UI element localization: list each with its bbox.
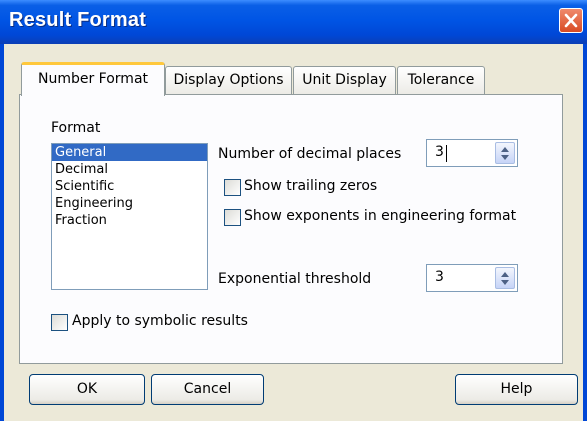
- tab-label: Display Options: [173, 72, 284, 88]
- window-border-right: [583, 44, 587, 421]
- tab-tolerance[interactable]: Tolerance: [397, 66, 485, 94]
- close-button[interactable]: [559, 8, 583, 33]
- exponential-threshold-value[interactable]: 3: [435, 269, 444, 285]
- exponential-threshold-spin-button[interactable]: [495, 267, 515, 289]
- tab-label: Unit Display: [302, 72, 387, 88]
- format-listbox[interactable]: General Decimal Scientific Engineering F…: [51, 143, 208, 290]
- format-option-decimal[interactable]: Decimal: [52, 161, 207, 178]
- close-icon: [564, 13, 578, 28]
- show-exponents-checkbox[interactable]: [224, 209, 241, 226]
- show-trailing-zeros-checkbox[interactable]: [224, 179, 241, 196]
- help-button[interactable]: Help: [455, 374, 578, 405]
- decimal-places-label: Number of decimal places: [218, 146, 402, 162]
- format-option-engineering[interactable]: Engineering: [52, 195, 207, 212]
- cancel-button-label: Cancel: [183, 381, 232, 397]
- exponential-threshold-label: Exponential threshold: [218, 271, 372, 287]
- format-option-general[interactable]: General: [52, 144, 207, 161]
- ok-button-label: OK: [76, 381, 98, 397]
- show-exponents-label[interactable]: Show exponents in engineering format: [244, 208, 516, 224]
- up-down-arrows-icon: [501, 147, 509, 160]
- window-border-left: [0, 44, 4, 421]
- show-trailing-zeros-label[interactable]: Show trailing zeros: [244, 178, 377, 194]
- decimal-places-value[interactable]: 3: [435, 144, 444, 160]
- apply-symbolic-checkbox[interactable]: [51, 314, 68, 331]
- decimal-places-spin-button[interactable]: [495, 142, 515, 164]
- format-option-scientific[interactable]: Scientific: [52, 178, 207, 195]
- dialog-title: Result Format: [9, 9, 147, 31]
- tab-unit-display[interactable]: Unit Display: [293, 66, 396, 94]
- tab-display-options[interactable]: Display Options: [165, 66, 292, 94]
- title-bar[interactable]: Result Format: [0, 0, 587, 44]
- apply-symbolic-label[interactable]: Apply to symbolic results: [72, 313, 248, 329]
- decimal-places-spinner[interactable]: 3: [426, 139, 518, 167]
- tab-label: Number Format: [37, 71, 149, 87]
- up-down-arrows-icon: [501, 272, 509, 285]
- exponential-threshold-spinner[interactable]: 3: [426, 264, 518, 292]
- result-format-dialog: Result Format Display Options Unit Displ…: [0, 0, 587, 421]
- format-option-fraction[interactable]: Fraction: [52, 212, 207, 229]
- tab-number-format[interactable]: Number Format: [21, 62, 165, 96]
- format-group-label: Format: [51, 120, 101, 136]
- ok-button[interactable]: OK: [29, 374, 145, 405]
- cancel-button[interactable]: Cancel: [151, 374, 264, 405]
- text-cursor: [446, 145, 447, 162]
- tab-label: Tolerance: [407, 72, 475, 88]
- help-button-label: Help: [500, 381, 533, 397]
